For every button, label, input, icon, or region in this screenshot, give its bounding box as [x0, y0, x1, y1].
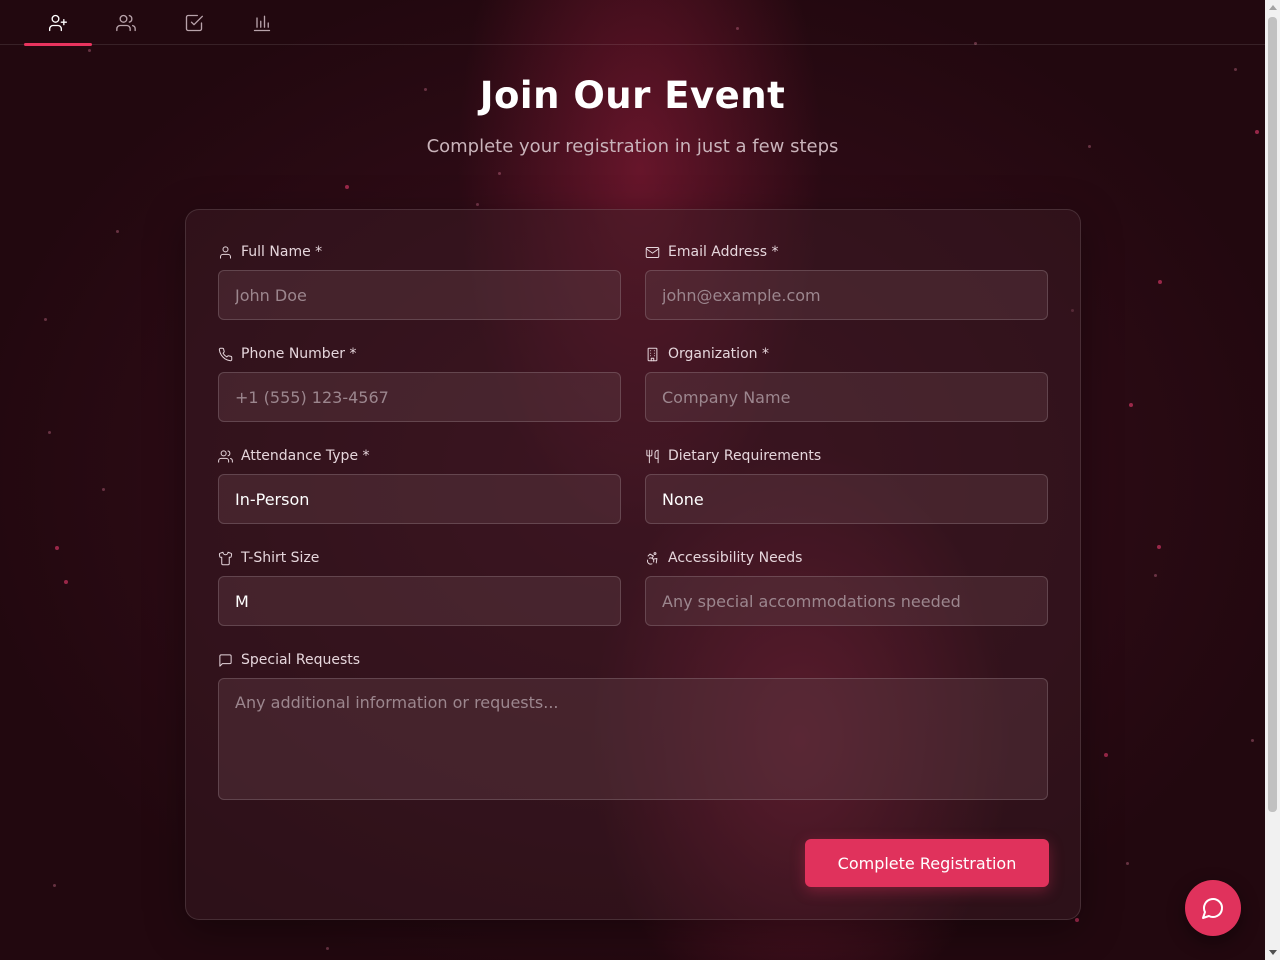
check-square-icon	[185, 14, 203, 31]
building-icon	[647, 347, 658, 361]
registration-form: Full Name * Email Address * Phone Number…	[185, 209, 1081, 920]
message-square-icon	[219, 653, 232, 667]
attendance-type-select[interactable]	[218, 474, 621, 524]
special-requests-field: Special Requests	[218, 651, 1048, 800]
accessibility-label-text: Accessibility Needs	[668, 550, 803, 566]
email-label: Email Address *	[645, 243, 1048, 261]
full-name-label-text: Full Name *	[241, 244, 323, 260]
page-subtitle: Complete your registration in just a few…	[426, 136, 839, 157]
user-plus-icon	[49, 14, 68, 31]
tab-attendees[interactable]	[92, 0, 160, 45]
accessibility-input[interactable]	[645, 576, 1048, 626]
organization-field: Organization *	[645, 345, 1048, 422]
email-field: Email Address *	[645, 243, 1048, 320]
scroll-up-icon[interactable]	[1269, 5, 1277, 10]
email-label-text: Email Address *	[668, 244, 779, 260]
organization-label-text: Organization *	[668, 346, 769, 362]
message-circle-icon	[1202, 898, 1223, 919]
scroll-down-icon[interactable]	[1269, 950, 1277, 955]
page-title: Join Our Event	[479, 74, 786, 117]
accessibility-icon	[647, 551, 658, 565]
attendance-type-label-text: Attendance Type *	[241, 448, 370, 464]
special-requests-label: Special Requests	[218, 651, 1048, 669]
phone-icon	[218, 347, 233, 361]
tab-register[interactable]	[24, 0, 92, 46]
chat-button[interactable]	[1185, 880, 1241, 936]
scrollbar-thumb[interactable]	[1268, 17, 1277, 812]
bar-chart-icon	[253, 15, 271, 31]
phone-label-text: Phone Number *	[241, 346, 357, 362]
attendance-type-label: Attendance Type *	[218, 447, 621, 465]
shirt-icon	[218, 551, 233, 565]
tshirt-size-label-text: T-Shirt Size	[241, 550, 320, 566]
email-input[interactable]	[645, 270, 1048, 320]
complete-registration-button[interactable]: Complete Registration	[805, 839, 1049, 887]
accessibility-field: Accessibility Needs	[645, 549, 1048, 626]
accessibility-label: Accessibility Needs	[645, 549, 1048, 567]
special-requests-textarea[interactable]	[218, 678, 1048, 800]
phone-field: Phone Number *	[218, 345, 621, 422]
dietary-label-text: Dietary Requirements	[668, 448, 822, 464]
dietary-label: Dietary Requirements	[645, 447, 1048, 465]
dietary-field: Dietary Requirements	[645, 447, 1048, 524]
tshirt-size-field: T-Shirt Size	[218, 549, 621, 626]
special-requests-label-text: Special Requests	[241, 652, 361, 668]
scrollbar[interactable]	[1265, 0, 1280, 960]
dietary-select[interactable]	[645, 474, 1048, 524]
top-navigation	[0, 0, 1265, 46]
phone-label: Phone Number *	[218, 345, 621, 363]
utensils-icon	[646, 449, 659, 463]
full-name-input[interactable]	[218, 270, 621, 320]
users-icon	[218, 449, 233, 463]
organization-input[interactable]	[645, 372, 1048, 422]
tab-check-in[interactable]	[160, 0, 228, 45]
tshirt-size-select[interactable]	[218, 576, 621, 626]
organization-label: Organization *	[645, 345, 1048, 363]
tshirt-size-label: T-Shirt Size	[218, 549, 621, 567]
users-icon	[116, 14, 136, 31]
phone-input[interactable]	[218, 372, 621, 422]
full-name-field: Full Name *	[218, 243, 621, 320]
attendance-type-field: Attendance Type *	[218, 447, 621, 524]
mail-icon	[645, 246, 660, 258]
tab-analytics[interactable]	[228, 0, 296, 45]
full-name-label: Full Name *	[218, 243, 621, 261]
user-icon	[220, 245, 231, 259]
